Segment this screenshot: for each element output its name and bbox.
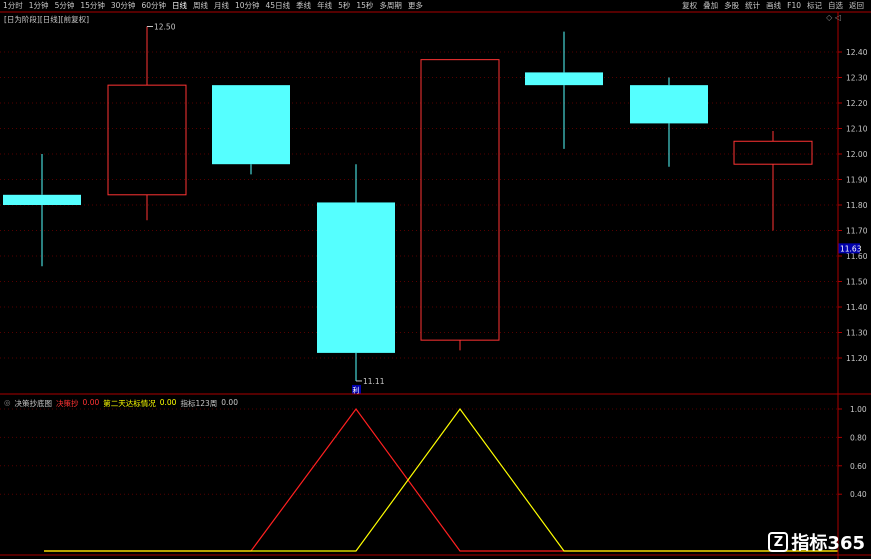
y-tick-label: 11.30: [846, 329, 868, 338]
brand-logo: Z 指标365: [768, 529, 865, 555]
price-annotation-1: 11.11: [363, 377, 385, 386]
y-tick-label: 12.00: [846, 150, 868, 159]
candle-body: [630, 85, 708, 124]
sub-y-tick-label: 0.40: [850, 490, 867, 499]
sub-series-line-1: [44, 407, 838, 552]
y-tick-label: 11.20: [846, 354, 868, 363]
candle-body: [212, 85, 290, 165]
candle-1: [107, 26, 187, 221]
signal-marker: 利: [353, 385, 360, 394]
sub-panel-title[interactable]: 决策抄底图: [15, 398, 53, 409]
y-tick-label: 12.20: [846, 99, 868, 108]
sub-legend-item-4: 指标123周: [180, 399, 218, 408]
candle-7: [733, 131, 813, 231]
logo-badge-icon: Z: [768, 532, 789, 552]
candle-5: [525, 31, 603, 149]
sub-legend-item-2: 第二天达标情况: [103, 399, 156, 408]
candle-6: [630, 77, 708, 167]
current-price-label: 11.63: [840, 244, 862, 253]
sub-y-tick-label: 0.60: [850, 462, 867, 471]
sub-legend-item-5: 0.00: [221, 398, 238, 407]
y-tick-label: 12.40: [846, 48, 868, 57]
price-annotation-0: 12.50: [154, 23, 176, 32]
y-tick-label: 11.70: [846, 227, 868, 236]
sub-legend-item-1: 0.00: [82, 398, 100, 407]
y-tick-label: 11.80: [846, 201, 868, 210]
candle-body: [317, 202, 395, 353]
candle-0: [3, 154, 81, 267]
sub-legend-item-3: 0.00: [159, 398, 177, 407]
panel-controls[interactable]: ◇ ◁: [826, 13, 841, 22]
sub-panel-header: ◎ 决策抄底图 决策抄 0.00 第二天达标情况 0.00 指标123周 0.00: [4, 398, 238, 409]
candle-body: [107, 84, 187, 196]
candle-3: [317, 164, 395, 381]
y-tick-label: 11.40: [846, 303, 868, 312]
candle-body: [3, 194, 81, 205]
sub-series-line-0: [44, 407, 838, 552]
main-panel-label: [日为阶段][日线][前复权]: [4, 15, 90, 24]
sub-legend-item-0: 决策抄: [56, 399, 79, 408]
y-tick-label: 12.10: [846, 125, 868, 134]
sub-y-tick-label: 0.80: [850, 433, 867, 442]
kline-chart[interactable]: 12.5011.11利 11.2011.3011.4011.5011.6011.…: [0, 0, 871, 559]
candle-body: [420, 59, 500, 341]
logo-text: 指标365: [791, 533, 865, 554]
y-tick-label: 11.90: [846, 176, 868, 185]
y-tick-label: 12.30: [846, 74, 868, 83]
sub-y-tick-label: 1.00: [850, 405, 867, 414]
candle-2: [212, 85, 290, 175]
y-tick-label: 11.50: [846, 278, 868, 287]
sub-panel-icon[interactable]: ◎: [4, 398, 11, 409]
candle-body: [733, 140, 813, 165]
candle-body: [525, 72, 603, 86]
